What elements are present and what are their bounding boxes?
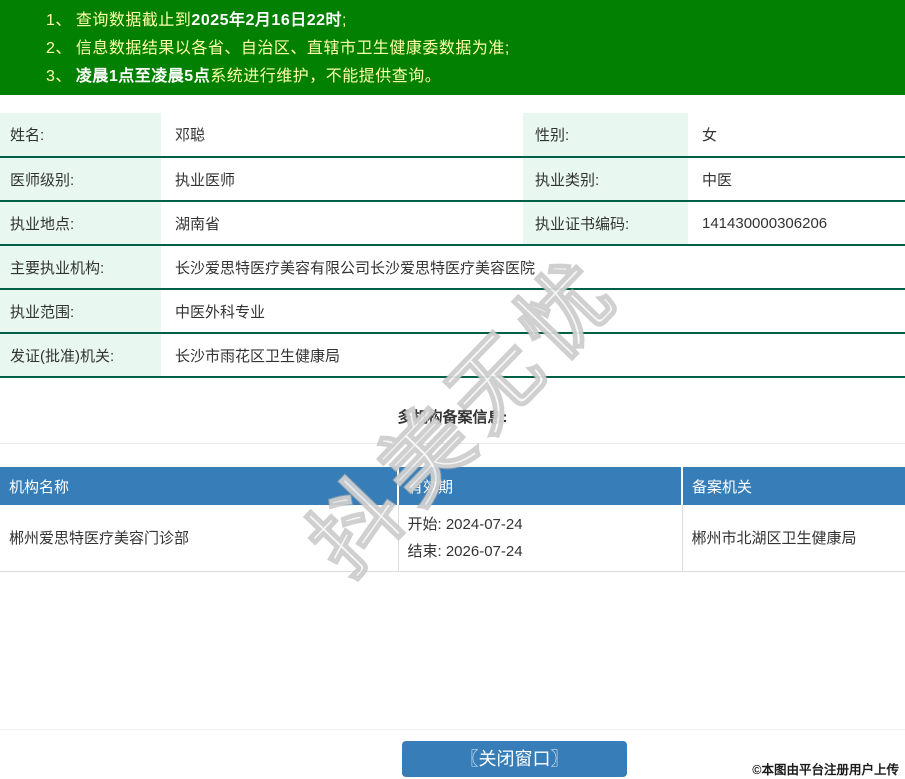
validity-start: 开始: 2024-07-24 — [408, 511, 682, 538]
notice-line-2: 2、 信息数据结果以各省、自治区、直辖市卫生健康委数据为准; — [46, 35, 905, 63]
validity-cell: 开始: 2024-07-24 结束: 2026-07-24 — [397, 505, 682, 572]
notice-text: 信息数据结果以各省、自治区、直辖市卫生健康委数据为准; — [75, 40, 510, 57]
validity-start-label: 开始: — [407, 515, 442, 533]
column-header-validity: 有效期 — [397, 467, 682, 505]
validity-start-date: 2024-07-24 — [445, 515, 523, 533]
org-name-cell: 郴州爱思特医疗美容门诊部 — [0, 505, 398, 572]
main-institution-value: 长沙爱思特医疗美容有限公司长沙爱思特医疗美容医院 — [161, 245, 905, 290]
notice-line-3: 3、 凌晨1点至凌晨5点系统进行维护，不能提供查询。 — [46, 63, 905, 91]
validity-end-label: 结束: — [407, 542, 442, 560]
validity-end: 结束: 2026-07-24 — [408, 538, 682, 565]
filing-header-row: 机构名称 有效期 备案机关 — [0, 467, 905, 505]
table-row: 医师级别: 执业医师 执业类别: 中医 — [0, 157, 905, 202]
doctor-level-value: 执业医师 — [161, 157, 523, 202]
filing-table: 机构名称 有效期 备案机关 郴州爱思特医疗美容门诊部 开始: 2024-07-2… — [0, 467, 905, 572]
close-window-button[interactable]: 〖关闭窗口〗 — [402, 741, 627, 777]
notice-line-1: 1、 查询数据截止到2025年2月16日22时; — [46, 7, 905, 35]
issuing-authority-label: 发证(批准)机关: — [0, 333, 161, 378]
notice-number: 1、 — [46, 12, 72, 29]
notice-number: 2、 — [46, 40, 72, 57]
notice-bold-text: 2025年2月16日22时 — [191, 12, 343, 29]
main-institution-label: 主要执业机构: — [0, 245, 161, 290]
table-row: 姓名: 邓聪 性别: 女 — [0, 113, 905, 158]
table-row: 执业范围: 中医外科专业 — [0, 289, 905, 334]
practice-scope-label: 执业范围: — [0, 289, 161, 334]
multi-institution-section-title: 多机构备案信息: — [0, 391, 905, 444]
practice-category-label: 执业类别: — [523, 157, 688, 202]
doctor-level-label: 医师级别: — [0, 157, 161, 202]
column-header-filing-authority: 备案机关 — [681, 467, 905, 505]
filing-authority-cell: 郴州市北湖区卫生健康局 — [681, 505, 905, 572]
certificate-number-value: 141430000306206 — [688, 201, 905, 246]
name-label: 姓名: — [0, 113, 161, 158]
practitioner-info-table: 姓名: 邓聪 性别: 女 医师级别: 执业医师 执业类别: 中医 执业地点: 湖… — [0, 113, 905, 378]
issuing-authority-value: 长沙市雨花区卫生健康局 — [161, 333, 905, 378]
copyright-stamp: ©本图由平台注册用户上传 — [752, 763, 899, 777]
practice-category-value: 中医 — [688, 157, 905, 202]
column-header-org-name: 机构名称 — [0, 467, 398, 505]
notice-bold-text: 凌晨1点至凌晨5点 — [75, 68, 211, 85]
gender-label: 性别: — [523, 113, 688, 158]
practice-location-label: 执业地点: — [0, 201, 161, 246]
certificate-number-label: 执业证书编码: — [523, 201, 688, 246]
table-row: 发证(批准)机关: 长沙市雨花区卫生健康局 — [0, 333, 905, 378]
table-row: 主要执业机构: 长沙爱思特医疗美容有限公司长沙爱思特医疗美容医院 — [0, 245, 905, 290]
table-row: 执业地点: 湖南省 执业证书编码: 141430000306206 — [0, 201, 905, 246]
validity-end-date: 2026-07-24 — [445, 542, 523, 560]
notice-suffix: 系统进行维护，不能提供查询。 — [210, 68, 442, 85]
gender-value: 女 — [688, 113, 905, 158]
notice-text: 查询数据截止到 — [75, 12, 192, 29]
notice-banner: 1、 查询数据截止到2025年2月16日22时; 2、 信息数据结果以各省、自治区、… — [0, 0, 905, 95]
footer-divider — [0, 729, 905, 730]
name-value: 邓聪 — [161, 113, 523, 158]
notice-number: 3、 — [46, 68, 72, 85]
practice-scope-value: 中医外科专业 — [161, 289, 905, 334]
query-result-page: 1、 查询数据截止到2025年2月16日22时; 2、 信息数据结果以各省、自治区、… — [0, 0, 905, 779]
table-row: 郴州爱思特医疗美容门诊部 开始: 2024-07-24 结束: 2026-07-… — [0, 505, 905, 572]
practice-location-value: 湖南省 — [161, 201, 523, 246]
notice-suffix: ; — [342, 12, 347, 29]
